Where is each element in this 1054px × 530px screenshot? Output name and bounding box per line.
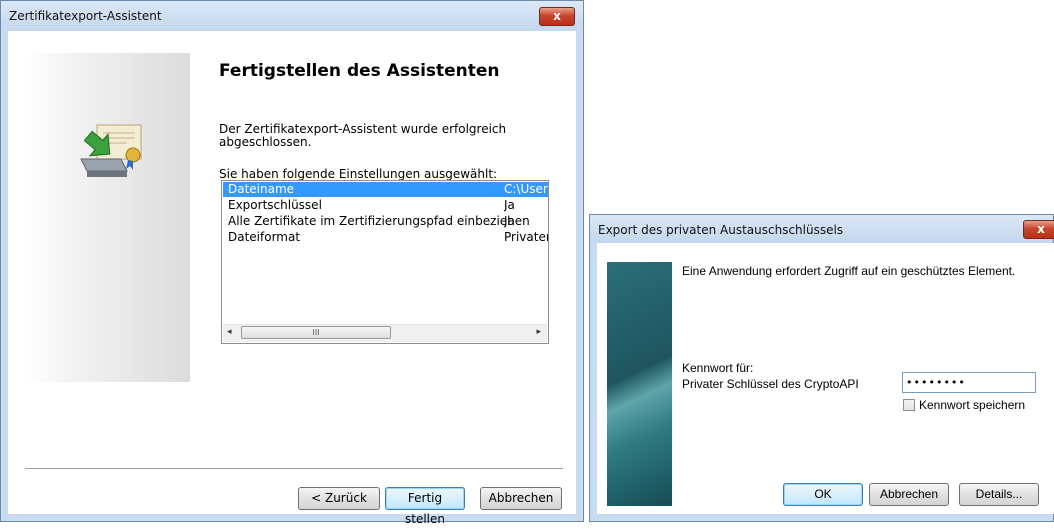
wizard-title: Zertifikatexport-Assistent xyxy=(9,9,162,23)
button-separator xyxy=(25,468,563,469)
wizard-close-button[interactable]: x xyxy=(539,7,575,26)
scroll-right-arrow-icon[interactable]: ▸ xyxy=(536,327,541,337)
setting-value: Privater xyxy=(504,230,548,244)
wizard-heading: Fertigstellen des Assistenten xyxy=(219,61,500,81)
key-export-dialog: Export des privaten Austauschschlüssels … xyxy=(589,214,1054,522)
settings-row[interactable]: Dateiformat Privater xyxy=(223,230,548,245)
horizontal-scrollbar[interactable]: ◂ III ▸ xyxy=(223,324,547,342)
settings-row[interactable]: Dateiname C:\User xyxy=(223,182,548,197)
key-dialog-cancel-button[interactable]: Abbrechen xyxy=(869,483,949,506)
back-button[interactable]: < Zurück xyxy=(298,487,380,510)
setting-name: Dateiformat xyxy=(228,230,301,244)
scroll-left-arrow-icon[interactable]: ◂ xyxy=(227,327,232,337)
wizard-client-area: Fertigstellen des Assistenten Der Zertif… xyxy=(8,31,576,526)
ok-button[interactable]: OK xyxy=(783,483,863,506)
settings-row[interactable]: Alle Zertifikate im Zertifizierungspfad … xyxy=(223,214,548,229)
password-for-label: Kennwort für: xyxy=(682,361,754,375)
key-dialog-client-area: Eine Anwendung erfordert Zugriff auf ein… xyxy=(597,243,1054,514)
password-for-value: Privater Schlüssel des CryptoAPI xyxy=(682,377,859,391)
key-dialog-close-button[interactable]: x xyxy=(1023,220,1054,239)
settings-list[interactable]: Dateiname C:\User Exportschlüssel Ja All… xyxy=(221,180,549,344)
setting-name: Exportschlüssel xyxy=(228,198,322,212)
wizard-side-panel xyxy=(25,53,190,382)
setting-name: Alle Zertifikate im Zertifizierungspfad … xyxy=(228,214,530,228)
dialog-banner-image xyxy=(607,262,672,506)
remember-password-checkbox[interactable] xyxy=(903,399,915,411)
setting-name: Dateiname xyxy=(228,182,295,196)
access-message: Eine Anwendung erfordert Zugriff auf ein… xyxy=(682,264,1016,278)
wizard-description: Der Zertifikatexport-Assistent wurde erf… xyxy=(219,122,507,149)
settings-row[interactable]: Exportschlüssel Ja xyxy=(223,198,548,213)
key-dialog-title: Export des privaten Austauschschlüssels xyxy=(598,223,844,237)
setting-value: Ja xyxy=(504,198,515,212)
finish-button[interactable]: Fertig stellen xyxy=(385,487,465,526)
scroll-thumb[interactable]: III xyxy=(241,326,391,339)
setting-value: C:\User xyxy=(504,182,548,196)
remember-password-label[interactable]: Kennwort speichern xyxy=(919,398,1025,412)
wizard-window: Zertifikatexport-Assistent x Fertigstell… xyxy=(0,0,584,526)
wizard-titlebar[interactable]: Zertifikatexport-Assistent x xyxy=(1,1,583,31)
setting-value: Ja xyxy=(504,214,515,228)
settings-label: Sie haben folgende Einstellungen ausgewä… xyxy=(219,167,498,181)
certificate-export-icon xyxy=(80,124,142,177)
details-button[interactable]: Details... xyxy=(959,483,1039,506)
password-field[interactable]: •••••••• xyxy=(902,372,1036,393)
wizard-cancel-button[interactable]: Abbrechen xyxy=(480,487,562,510)
key-dialog-titlebar[interactable]: Export des privaten Austauschschlüssels … xyxy=(590,215,1054,243)
